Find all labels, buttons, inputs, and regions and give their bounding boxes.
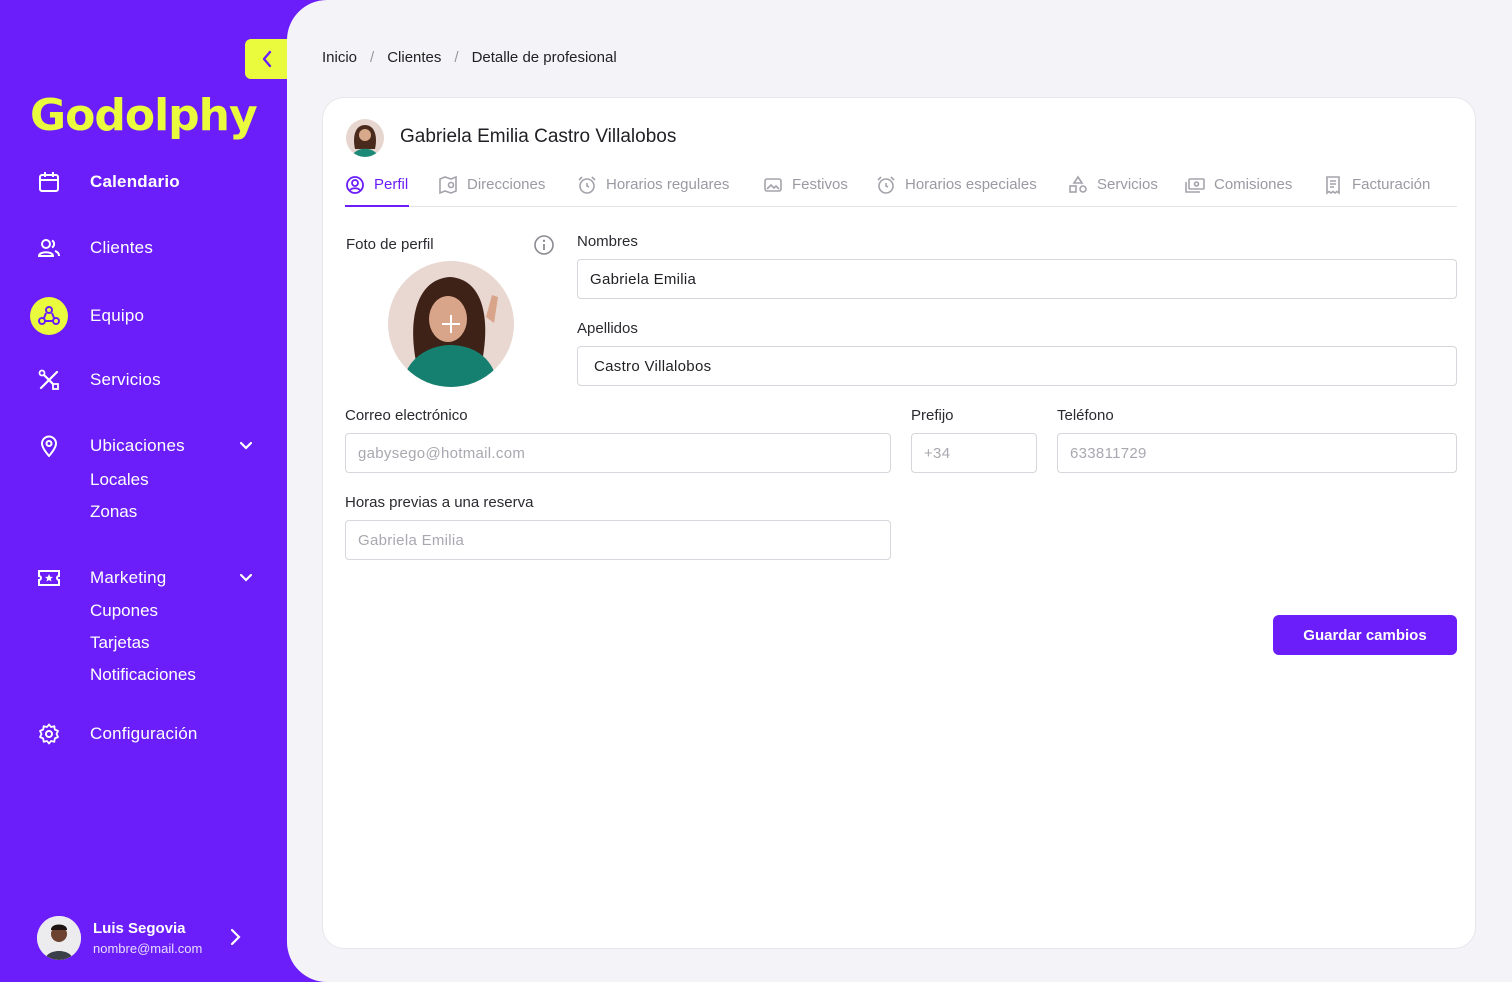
user-circle-icon	[346, 176, 364, 194]
avatar	[37, 916, 81, 960]
professional-name: Gabriela Emilia Castro Villalobos	[400, 126, 677, 147]
prefijo-input[interactable]	[911, 433, 1037, 473]
nav-cupones[interactable]: Cupones	[90, 601, 158, 621]
tab-comisiones[interactable]: Comisiones	[1185, 174, 1292, 207]
calendar-icon	[30, 163, 68, 201]
correo-label: Correo electrónico	[345, 407, 468, 424]
breadcrumb-clientes[interactable]: Clientes	[387, 49, 441, 66]
tabs: Perfil Direcciones Horarios regulares Fe…	[345, 174, 1457, 207]
user-profile[interactable]: Luis Segovia nombre@mail.com	[37, 915, 257, 961]
telefono-input[interactable]	[1057, 433, 1457, 473]
nav-calendario[interactable]: Calendario	[30, 163, 260, 201]
telefono-label: Teléfono	[1057, 407, 1114, 424]
email-field[interactable]	[345, 433, 891, 473]
user-name: Luis Segovia	[93, 920, 186, 937]
chevron-down-icon[interactable]	[238, 438, 254, 454]
nav-clientes[interactable]: Clientes	[30, 229, 260, 267]
collapse-sidebar-button[interactable]	[245, 39, 289, 79]
apellidos-input[interactable]	[577, 346, 1457, 386]
prefijo-label: Prefijo	[911, 407, 954, 424]
sidebar: Godolphy Calendario Clientes Equipo Serv…	[0, 0, 290, 982]
tab-perfil[interactable]: Perfil	[345, 174, 409, 207]
chevron-down-icon[interactable]	[238, 570, 254, 586]
nav-zonas[interactable]: Zonas	[90, 502, 137, 522]
tab-servicios[interactable]: Servicios	[1068, 174, 1158, 207]
nav-notificaciones[interactable]: Notificaciones	[90, 665, 196, 685]
save-button[interactable]: Guardar cambios	[1273, 615, 1457, 655]
image-icon	[764, 178, 782, 192]
apellidos-label: Apellidos	[577, 320, 638, 337]
shapes-icon	[1069, 175, 1087, 193]
breadcrumb-inicio[interactable]: Inicio	[322, 49, 357, 66]
team-icon	[30, 297, 68, 335]
chevron-right-icon[interactable]	[227, 927, 243, 947]
profile-photo-upload[interactable]	[388, 261, 514, 387]
breadcrumb: Inicio / Clientes / Detalle de profesion…	[322, 49, 617, 66]
nav-servicios[interactable]: Servicios	[30, 361, 260, 399]
tab-label: Facturación	[1352, 176, 1431, 193]
alarm-clock-icon	[578, 176, 596, 194]
info-icon[interactable]	[533, 234, 555, 256]
tab-label: Servicios	[1097, 176, 1158, 193]
logo[interactable]: Godolphy	[30, 86, 258, 146]
nombres-input[interactable]	[577, 259, 1457, 299]
nav-calendario-label: Calendario	[90, 172, 180, 191]
receipt-icon	[1326, 176, 1340, 195]
tab-horarios-especiales[interactable]: Horarios especiales	[876, 174, 1037, 207]
user-email: nombre@mail.com	[93, 941, 203, 956]
nav-equipo[interactable]: Equipo	[30, 297, 260, 335]
nav-tarjetas[interactable]: Tarjetas	[90, 633, 150, 653]
nombres-label: Nombres	[577, 233, 638, 250]
cash-icon	[1185, 178, 1205, 193]
nav-locales[interactable]: Locales	[90, 470, 149, 490]
tab-label: Festivos	[792, 176, 848, 193]
tab-horarios-regulares[interactable]: Horarios regulares	[577, 174, 729, 207]
horas-label: Horas previas a una reserva	[345, 494, 534, 511]
breadcrumb-separator: /	[370, 49, 375, 66]
nav-clientes-label: Clientes	[90, 238, 154, 257]
tab-label: Horarios regulares	[606, 176, 730, 193]
nav-ubicaciones[interactable]: Ubicaciones	[30, 427, 260, 465]
tab-direcciones[interactable]: Direcciones	[438, 174, 545, 207]
ticket-star-icon	[30, 559, 68, 597]
nav-configuracion-label: Configuración	[90, 724, 198, 743]
tab-facturacion[interactable]: Facturación	[1323, 174, 1430, 207]
photo-label: Foto de perfil	[346, 236, 434, 253]
tab-label: Horarios especiales	[905, 176, 1037, 193]
nav-equipo-label: Equipo	[90, 306, 145, 325]
main-content: Inicio / Clientes / Detalle de profesion…	[287, 0, 1512, 982]
nav-marketing-label: Marketing	[90, 568, 167, 587]
nav-ubicaciones-label: Ubicaciones	[90, 436, 185, 455]
profile-card: Gabriela Emilia Castro Villalobos Perfil…	[322, 97, 1476, 949]
tab-label: Perfil	[374, 176, 409, 193]
nav-servicios-label: Servicios	[90, 370, 161, 389]
users-icon	[30, 229, 68, 267]
nav-marketing[interactable]: Marketing	[30, 559, 260, 597]
nav-configuracion[interactable]: Configuración	[30, 715, 260, 753]
tools-icon	[30, 361, 68, 399]
tab-label: Direcciones	[467, 176, 546, 193]
avatar	[346, 119, 384, 157]
map-search-icon	[439, 175, 457, 195]
tab-festivos[interactable]: Festivos	[763, 174, 848, 207]
breadcrumb-detalle: Detalle de profesional	[471, 49, 617, 66]
location-pin-icon	[30, 427, 68, 465]
tab-label: Comisiones	[1214, 176, 1293, 193]
horas-input[interactable]	[345, 520, 891, 560]
gear-icon	[30, 715, 68, 753]
chevron-left-icon	[262, 50, 272, 68]
breadcrumb-separator: /	[454, 49, 459, 66]
alarm-clock-icon	[877, 176, 895, 194]
